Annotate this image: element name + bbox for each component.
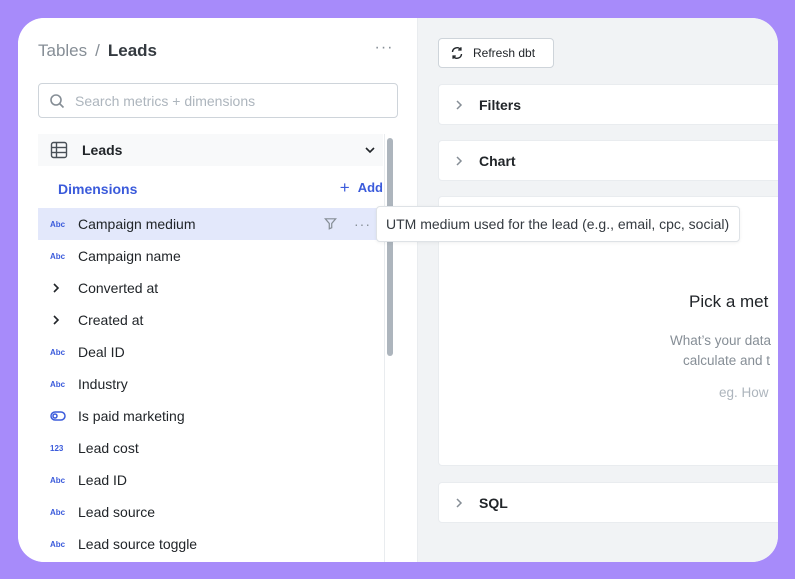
filter-icon[interactable] (323, 216, 338, 231)
empty-state-subtitle: What’s your data calculate and t (670, 331, 771, 371)
dimension-label: Deal ID (78, 344, 125, 360)
explore-sidebar: Tables / Leads ··· Leads Dimensions + Ad… (18, 18, 418, 562)
dimensions-label: Dimensions (58, 181, 138, 197)
add-dimension-label: Add (357, 180, 383, 195)
dimension-label: Campaign medium (78, 216, 196, 232)
number-type-icon: 123 (50, 443, 64, 453)
dimension-label: Converted at (78, 280, 159, 296)
table-icon (50, 141, 68, 159)
refresh-dbt-button[interactable]: Refresh dbt (438, 38, 554, 68)
text-type-icon: Abc (50, 507, 66, 517)
more-options-icon[interactable]: ··· (354, 217, 371, 231)
search-input[interactable] (75, 92, 375, 109)
dimension-label: Lead source toggle (78, 536, 198, 552)
dimension-label: Lead ID (78, 472, 128, 488)
filters-title: Filters (479, 97, 522, 113)
item-actions: ··· (323, 216, 371, 231)
refresh-icon (451, 47, 463, 59)
dimension-list: Abc Campaign medium ··· Abc Campaign nam… (38, 208, 383, 560)
chart-section[interactable]: Chart (438, 140, 778, 181)
dimension-item-created-at[interactable]: Created at (38, 304, 383, 336)
boolean-type-icon (50, 411, 72, 421)
table-header-leads[interactable]: Leads (38, 134, 383, 166)
empty-state-example: eg. How (719, 385, 769, 400)
breadcrumb: Tables / Leads (38, 41, 157, 61)
table-name: Leads (82, 142, 123, 158)
dimension-item-campaign-medium[interactable]: Abc Campaign medium ··· (38, 208, 383, 240)
chevron-right-icon[interactable] (453, 497, 465, 509)
empty-state-title: Pick a met (689, 292, 769, 311)
explore-main: Refresh dbt Filters Chart Pick a met Wha… (418, 18, 778, 562)
chevron-down-icon[interactable] (363, 143, 377, 157)
dimension-label: Campaign name (78, 248, 181, 264)
dimension-item-lead-id[interactable]: Abc Lead ID (38, 464, 383, 496)
text-type-icon: Abc (50, 475, 66, 485)
search-icon (50, 93, 65, 108)
text-type-icon: Abc (50, 379, 66, 389)
text-type-icon: Abc (50, 539, 66, 549)
plus-icon: + (339, 177, 350, 197)
chevron-right-icon[interactable] (50, 282, 72, 294)
text-type-icon: Abc (50, 219, 66, 229)
dimension-item-lead-cost[interactable]: 123 Lead cost (38, 432, 383, 464)
dimension-item-lead-source-toggle[interactable]: Abc Lead source toggle (38, 528, 383, 560)
refresh-dbt-label: Refresh dbt (473, 46, 536, 60)
more-options-icon[interactable]: ··· (374, 40, 394, 60)
chart-title: Chart (479, 153, 516, 169)
search-field[interactable] (38, 83, 398, 118)
chevron-right-icon[interactable] (453, 99, 465, 111)
empty-state-subtitle-line2: calculate and t (683, 353, 771, 368)
dimension-item-campaign-name[interactable]: Abc Campaign name (38, 240, 383, 272)
filters-section[interactable]: Filters (438, 84, 778, 125)
sql-title: SQL (479, 495, 508, 511)
breadcrumb-tables-link[interactable]: Tables (38, 41, 87, 61)
empty-state-subtitle-line1: What’s your data (670, 333, 772, 348)
scrollbar-thumb[interactable] (387, 138, 393, 356)
breadcrumb-current: Leads (107, 41, 158, 60)
dimensions-header: Dimensions + Add (38, 178, 383, 200)
chevron-right-icon[interactable] (453, 155, 465, 167)
dimension-item-lead-source[interactable]: Abc Lead source (38, 496, 383, 528)
dimension-item-is-paid-marketing[interactable]: Is paid marketing (38, 400, 383, 432)
dimension-description-tooltip: UTM medium used for the lead (e.g., emai… (376, 206, 741, 242)
dimension-label: Created at (78, 312, 144, 328)
chevron-right-icon[interactable] (50, 314, 72, 326)
dimension-label: Is paid marketing (78, 408, 185, 424)
breadcrumb-separator: / (95, 41, 100, 60)
dimension-item-deal-id[interactable]: Abc Deal ID (38, 336, 383, 368)
dimension-item-industry[interactable]: Abc Industry (38, 368, 383, 400)
text-type-icon: Abc (50, 347, 66, 357)
dimension-label: Lead source (78, 504, 156, 520)
dimension-item-converted-at[interactable]: Converted at (38, 272, 383, 304)
dimension-label: Lead cost (78, 440, 139, 456)
sql-section[interactable]: SQL (438, 482, 778, 523)
app-window: Tables / Leads ··· Leads Dimensions + Ad… (18, 18, 778, 562)
text-type-icon: Abc (50, 251, 66, 261)
dimension-label: Industry (78, 376, 128, 392)
add-dimension-button[interactable]: + Add (339, 177, 383, 197)
